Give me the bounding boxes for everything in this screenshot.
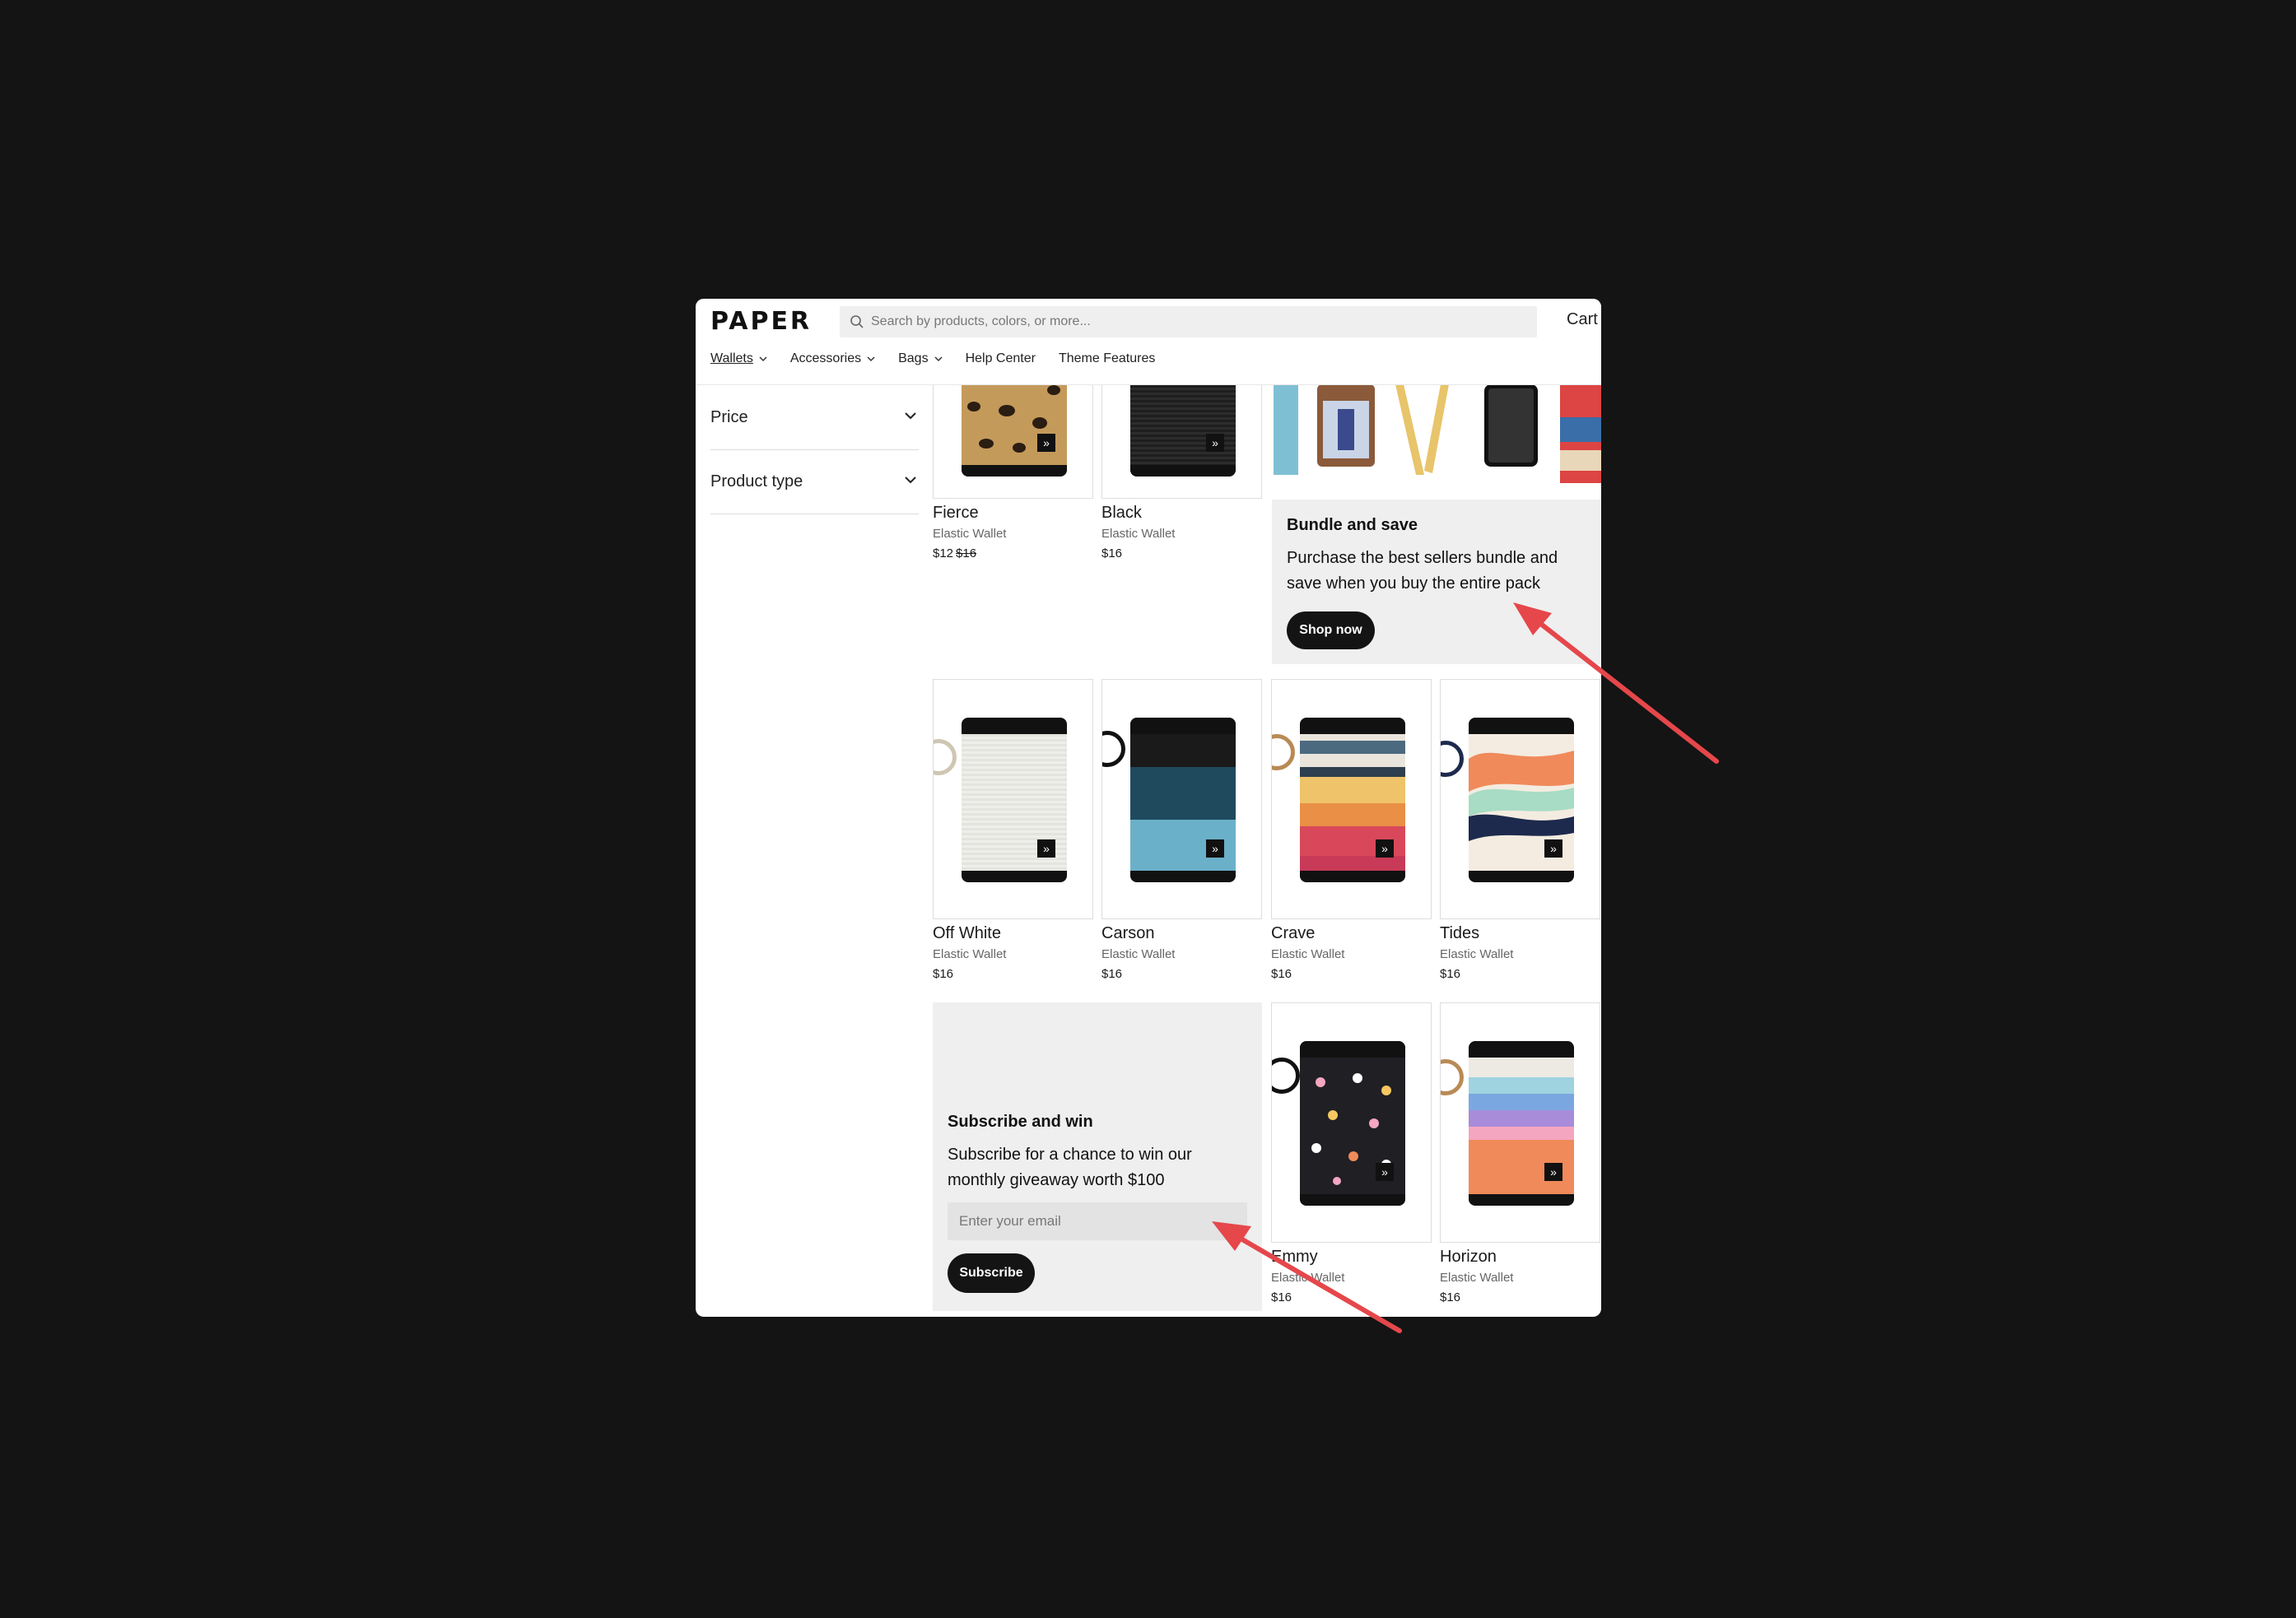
search-bar[interactable]: Search by products, colors, or more... bbox=[840, 306, 1537, 337]
chevron-down-icon bbox=[934, 356, 943, 361]
main-nav: Wallets Accessories Bags Help Center The… bbox=[710, 351, 1178, 366]
annotation-arrow bbox=[1513, 602, 1719, 764]
nav-label: Bags bbox=[898, 351, 929, 365]
chevron-down-icon bbox=[759, 356, 767, 361]
nav-item-accessories[interactable]: Accessories bbox=[790, 351, 875, 366]
cart-link[interactable]: Cart bbox=[1567, 310, 1598, 329]
nav-item-wallets[interactable]: Wallets bbox=[710, 351, 767, 366]
brand-logo[interactable]: PAPER bbox=[710, 307, 812, 336]
annotation-arrow bbox=[1212, 1221, 1402, 1333]
site-header: PAPER Search by products, colors, or mor… bbox=[696, 299, 1601, 385]
nav-label: Help Center bbox=[965, 351, 1036, 365]
search-icon bbox=[850, 315, 864, 328]
nav-item-help-center[interactable]: Help Center bbox=[966, 351, 1036, 366]
nav-item-theme-features[interactable]: Theme Features bbox=[1059, 351, 1155, 366]
nav-label: Theme Features bbox=[1058, 351, 1156, 365]
nav-item-bags[interactable]: Bags bbox=[898, 351, 943, 366]
search-input[interactable]: Search by products, colors, or more... bbox=[871, 314, 1091, 329]
nav-label: Wallets bbox=[710, 351, 753, 365]
nav-label: Accessories bbox=[789, 351, 862, 365]
chevron-down-icon bbox=[867, 356, 875, 361]
annotation-arrows bbox=[1212, 602, 1719, 1333]
